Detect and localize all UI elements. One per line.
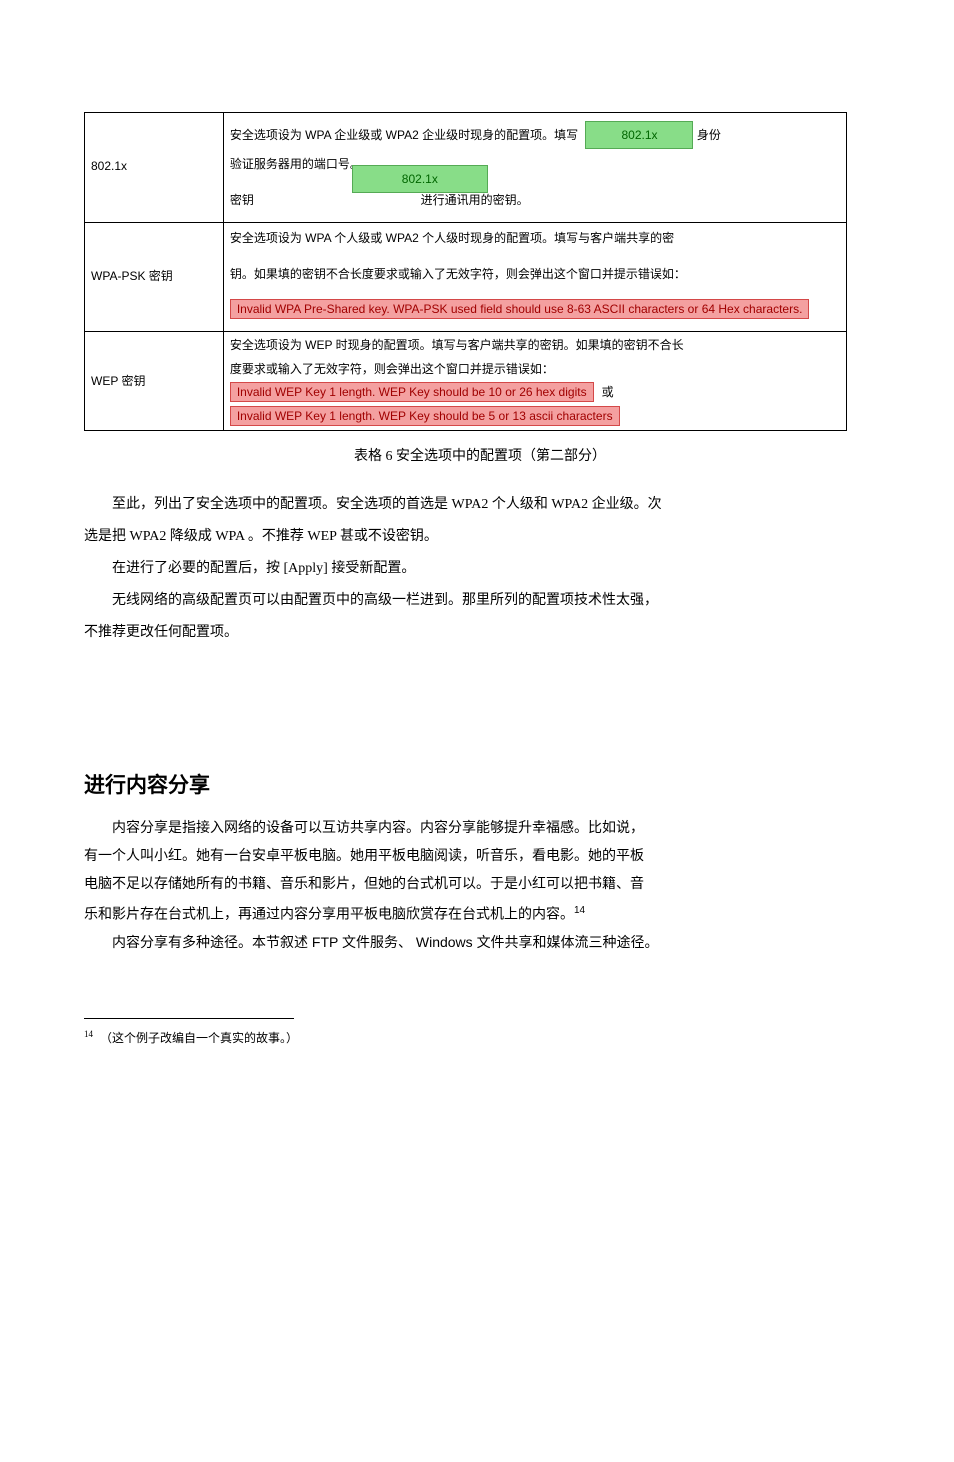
row1-left-label: 802.1x [91, 159, 127, 173]
row3-left-label: WEP 密钥 [91, 374, 145, 388]
section-p5: 内容分享有多种途径。本节叙述 FTP 文件服务、 Windows 文件共享和媒体… [84, 930, 876, 954]
footnote: 14 （这个例子改编自一个真实的故事。） [84, 1029, 876, 1046]
body-p3: 在进行了必要的配置后，按 [Apply] 接受新配置。 [84, 557, 876, 581]
row3-or: 或 [602, 385, 614, 399]
badge-8021x-right: 802.1x [585, 121, 693, 149]
row3-error-msg-2: Invalid WEP Key 1 length. WEP Key should… [230, 406, 620, 426]
row2-line1: 安全选项设为 WPA 个人级或 WPA2 个人级时现身的配置项。填写与客户端共享… [230, 231, 674, 245]
section-p4: 乐和影片存在台式机上，再通过内容分享用平板电脑欣赏存在台式机上的内容。14 [84, 899, 876, 926]
section-p3: 电脑不足以存储她所有的书籍、音乐和影片，但她的台式机可以。于是小红可以把书籍、音 [84, 871, 876, 895]
row3-line1: 安全选项设为 WEP 时现身的配置项。填写与客户端共享的密钥。如果填的密钥不合长 [230, 338, 684, 352]
row3-line2: 度要求或输入了无效字符，则会弹出这个窗口并提示错误如： [230, 362, 554, 376]
row2-left-label: WPA-PSK 密钥 [91, 269, 173, 283]
table-caption: 表格 6 安全选项中的配置项（第二部分） [84, 445, 876, 465]
row1-line2: 验证服务器用的端口号。 [230, 157, 362, 171]
section-heading: 进行内容分享 [84, 769, 876, 799]
row1-line1: 安全选项设为 WPA 企业级或 WPA2 企业级时现身的配置项。填写 802.1… [230, 121, 721, 149]
footnote-rule [84, 1018, 294, 1019]
body-p4: 无线网络的高级配置页可以由配置页中的高级一栏进到。那里所列的配置项技术性太强， [84, 589, 876, 613]
body-p5: 不推荐更改任何配置项。 [84, 621, 876, 645]
section-body: 内容分享是指接入网络的设备可以互访共享内容。内容分享能够提升幸福感。比如说， 有… [84, 815, 876, 954]
section-p1: 内容分享是指接入网络的设备可以互访共享内容。内容分享能够提升幸福感。比如说， [84, 815, 876, 839]
body-paragraphs: 至此，列出了安全选项中的配置项。安全选项的首选是 WPA2 个人级和 WPA2 … [84, 493, 876, 645]
badge-8021x-left: 802.1x [352, 165, 488, 193]
row3-error-msg-1: Invalid WEP Key 1 length. WEP Key should… [230, 382, 594, 402]
body-p2: 选是把 WPA2 降级成 WPA 。不推荐 WEP 甚或不设密钥。 [84, 525, 876, 549]
row1-line3: 密钥 XXXXXXXXXXXXXXXXXXXX 进行通讯用的密钥。 [230, 193, 529, 207]
config-table: 802.1x 安全选项设为 WPA 企业级或 WPA2 企业级时现身的配置项。填… [84, 112, 847, 431]
body-p1: 至此，列出了安全选项中的配置项。安全选项的首选是 WPA2 个人级和 WPA2 … [84, 493, 876, 517]
section-p2: 有一个人叫小红。她有一台安卓平板电脑。她用平板电脑阅读，听音乐，看电影。她的平板 [84, 843, 876, 867]
row2-line2: 钥。如果填的密钥不合长度要求或输入了无效字符，则会弹出这个窗口并提示错误如： [230, 267, 686, 281]
row2-error-msg: Invalid WPA Pre-Shared key. WPA-PSK used… [230, 299, 810, 319]
